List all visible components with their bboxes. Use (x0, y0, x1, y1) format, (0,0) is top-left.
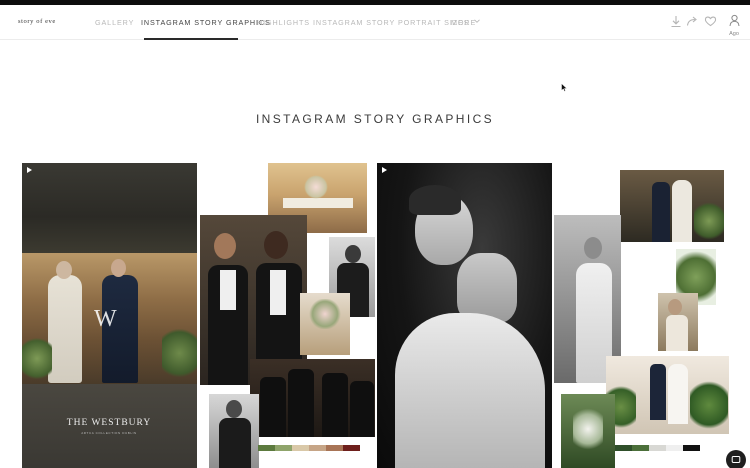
story-panel-bride-bw[interactable] (377, 163, 552, 468)
color-swatch (258, 445, 275, 451)
chat-button[interactable] (726, 450, 746, 468)
photo-bride-portrait (377, 163, 552, 468)
photo-groomsmen-seated (250, 359, 375, 437)
color-swatch (343, 445, 360, 451)
tab-gallery[interactable]: GALLERY (95, 18, 134, 27)
color-swatch (649, 445, 666, 451)
photo-groom-portrait-bw (209, 394, 259, 468)
color-swatch (666, 445, 683, 451)
tab-instagram-story-graphics[interactable]: INSTAGRAM STORY GRAPHICS (141, 18, 271, 27)
section-title: INSTAGRAM STORY GRAPHICS (255, 112, 495, 126)
chat-icon (731, 456, 741, 463)
color-swatch (275, 445, 292, 451)
photo-centerpiece (300, 293, 350, 355)
color-swatch (615, 445, 632, 451)
user-icon[interactable] (729, 14, 740, 27)
brand-logo[interactable]: story of eve (18, 18, 56, 25)
story-panel-couple-collage[interactable] (554, 163, 730, 468)
tab-highlights[interactable]: HIGHLIGHTS (257, 18, 310, 27)
westbury-logo-text: THE WESTBURY (66, 418, 152, 428)
photo-venue-blurred (22, 163, 197, 253)
photo-bride-bouquet (658, 293, 698, 351)
photo-floral-arch (561, 394, 615, 468)
mouse-cursor-icon (561, 83, 568, 92)
color-swatch (292, 445, 309, 451)
heart-icon[interactable] (704, 15, 717, 27)
photo-couple-hall (606, 356, 729, 434)
play-icon[interactable] (382, 167, 387, 173)
color-swatch (632, 445, 649, 451)
user-label[interactable]: Ago (726, 31, 742, 37)
monogram-overlay: W (94, 306, 117, 332)
story-panel-groomsmen-collage[interactable] (200, 163, 376, 468)
active-tab-indicator (144, 38, 238, 40)
westbury-sub-text: ARTCA COLLECTION DUBLIN (81, 431, 137, 435)
color-swatch (683, 445, 700, 451)
chevron-down-icon[interactable] (472, 16, 482, 26)
photo-couple-entrance (620, 170, 724, 242)
color-swatch (309, 445, 326, 451)
photo-westbury-logo-card: THE WESTBURY ARTCA COLLECTION DUBLIN (22, 384, 197, 468)
share-icon[interactable] (686, 15, 699, 27)
tab-instagram-story-portrait-sizes[interactable]: INSTAGRAM STORY PORTRAIT SIZES (313, 18, 469, 27)
color-swatch (326, 445, 343, 451)
play-icon[interactable] (27, 167, 32, 173)
download-icon[interactable] (670, 15, 682, 28)
navigation-bar: story of eve GALLERY INSTAGRAM STORY GRA… (0, 5, 750, 40)
